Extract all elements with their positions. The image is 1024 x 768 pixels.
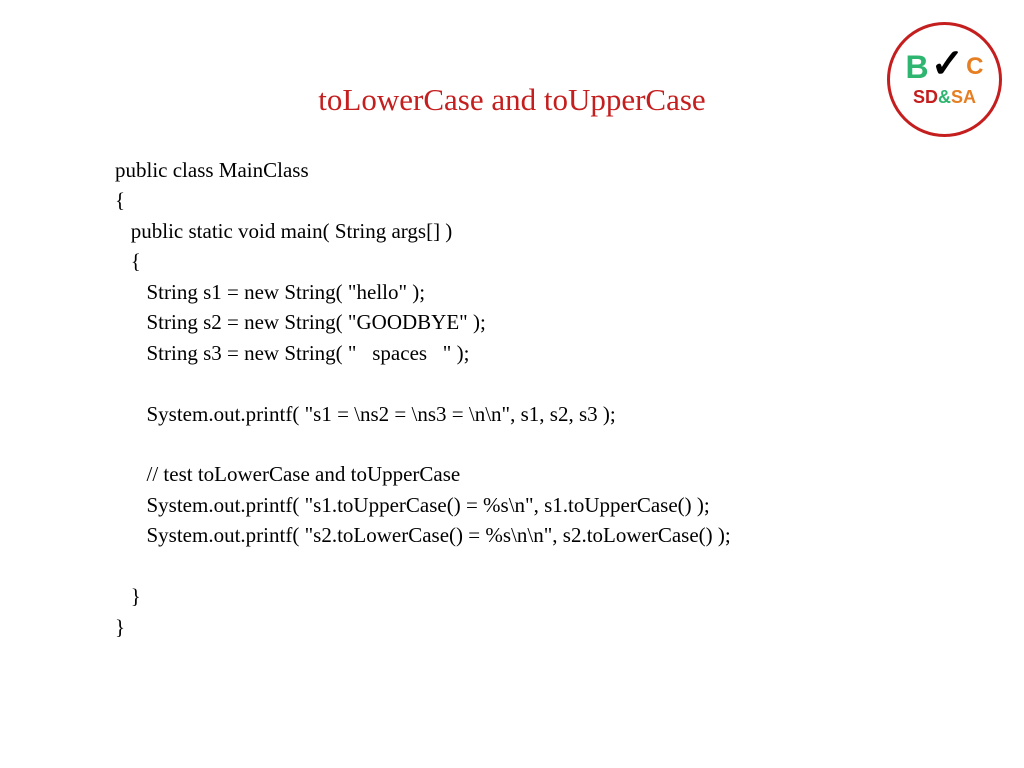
logo-bottom-text: SD&SA	[913, 87, 976, 108]
logo-circle: B ✓ C SD&SA	[887, 22, 1002, 137]
logo-ampersand: &	[938, 87, 951, 107]
code-line: String s3 = new String( " spaces " );	[115, 341, 469, 365]
code-line: }	[115, 615, 125, 639]
code-line: {	[115, 249, 141, 273]
code-line: System.out.printf( "s2.toLowerCase() = %…	[115, 523, 731, 547]
code-line: }	[115, 584, 141, 608]
code-line: System.out.printf( "s1 = \ns2 = \ns3 = \…	[115, 402, 616, 426]
logo-checkmark-icon: ✓	[931, 40, 965, 87]
code-line: System.out.printf( "s1.toUpperCase() = %…	[115, 493, 710, 517]
code-line: {	[115, 188, 125, 212]
code-line: // test toLowerCase and toUpperCase	[115, 462, 460, 486]
logo-letter-b: B	[906, 49, 929, 86]
slide-title: toLowerCase and toUpperCase	[318, 82, 705, 118]
logo-sd: SD	[913, 87, 938, 107]
logo-sa: SA	[951, 87, 976, 107]
logo-top-row: B ✓ C	[906, 44, 984, 91]
code-line: String s2 = new String( "GOODBYE" );	[115, 310, 486, 334]
code-line: String s1 = new String( "hello" );	[115, 280, 425, 304]
code-block: public class MainClass { public static v…	[115, 155, 731, 642]
logo-badge: B ✓ C SD&SA	[887, 22, 1002, 137]
code-line: public class MainClass	[115, 158, 309, 182]
code-line: public static void main( String args[] )	[115, 219, 452, 243]
logo-letter-c: C	[966, 53, 983, 81]
